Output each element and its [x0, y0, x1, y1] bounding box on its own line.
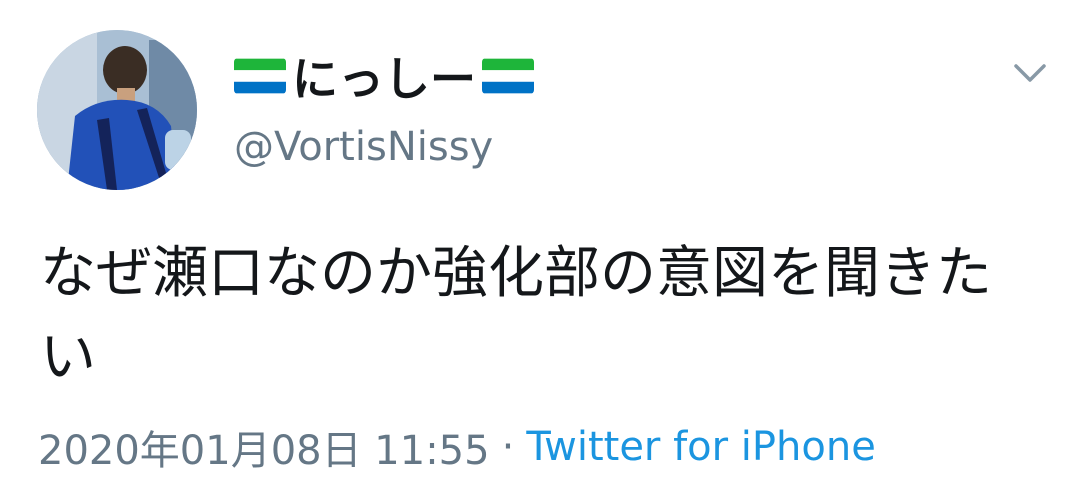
- author-handle[interactable]: @VortisNissy: [234, 124, 493, 170]
- avatar[interactable]: [37, 30, 197, 190]
- profile-photo: [37, 30, 197, 190]
- flag-sierra-leone-icon: [234, 58, 286, 94]
- author-display-name-row[interactable]: にっしー: [234, 46, 534, 106]
- tweet-timestamp[interactable]: 2020年01月08日 11:55: [38, 418, 490, 476]
- meta-separator: ·: [501, 424, 515, 470]
- author-display-name: にっしー: [292, 52, 476, 106]
- tweet-source-link[interactable]: Twitter for iPhone: [526, 424, 876, 470]
- tweet-text: なぜ瀬口なのか強化部の意図を聞きたい: [40, 241, 992, 390]
- chevron-down-icon[interactable]: [1010, 58, 1050, 88]
- flag-sierra-leone-icon: [482, 58, 534, 94]
- tweet-meta: 2020年01月08日 11:55 · Twitter for iPhone: [38, 418, 876, 476]
